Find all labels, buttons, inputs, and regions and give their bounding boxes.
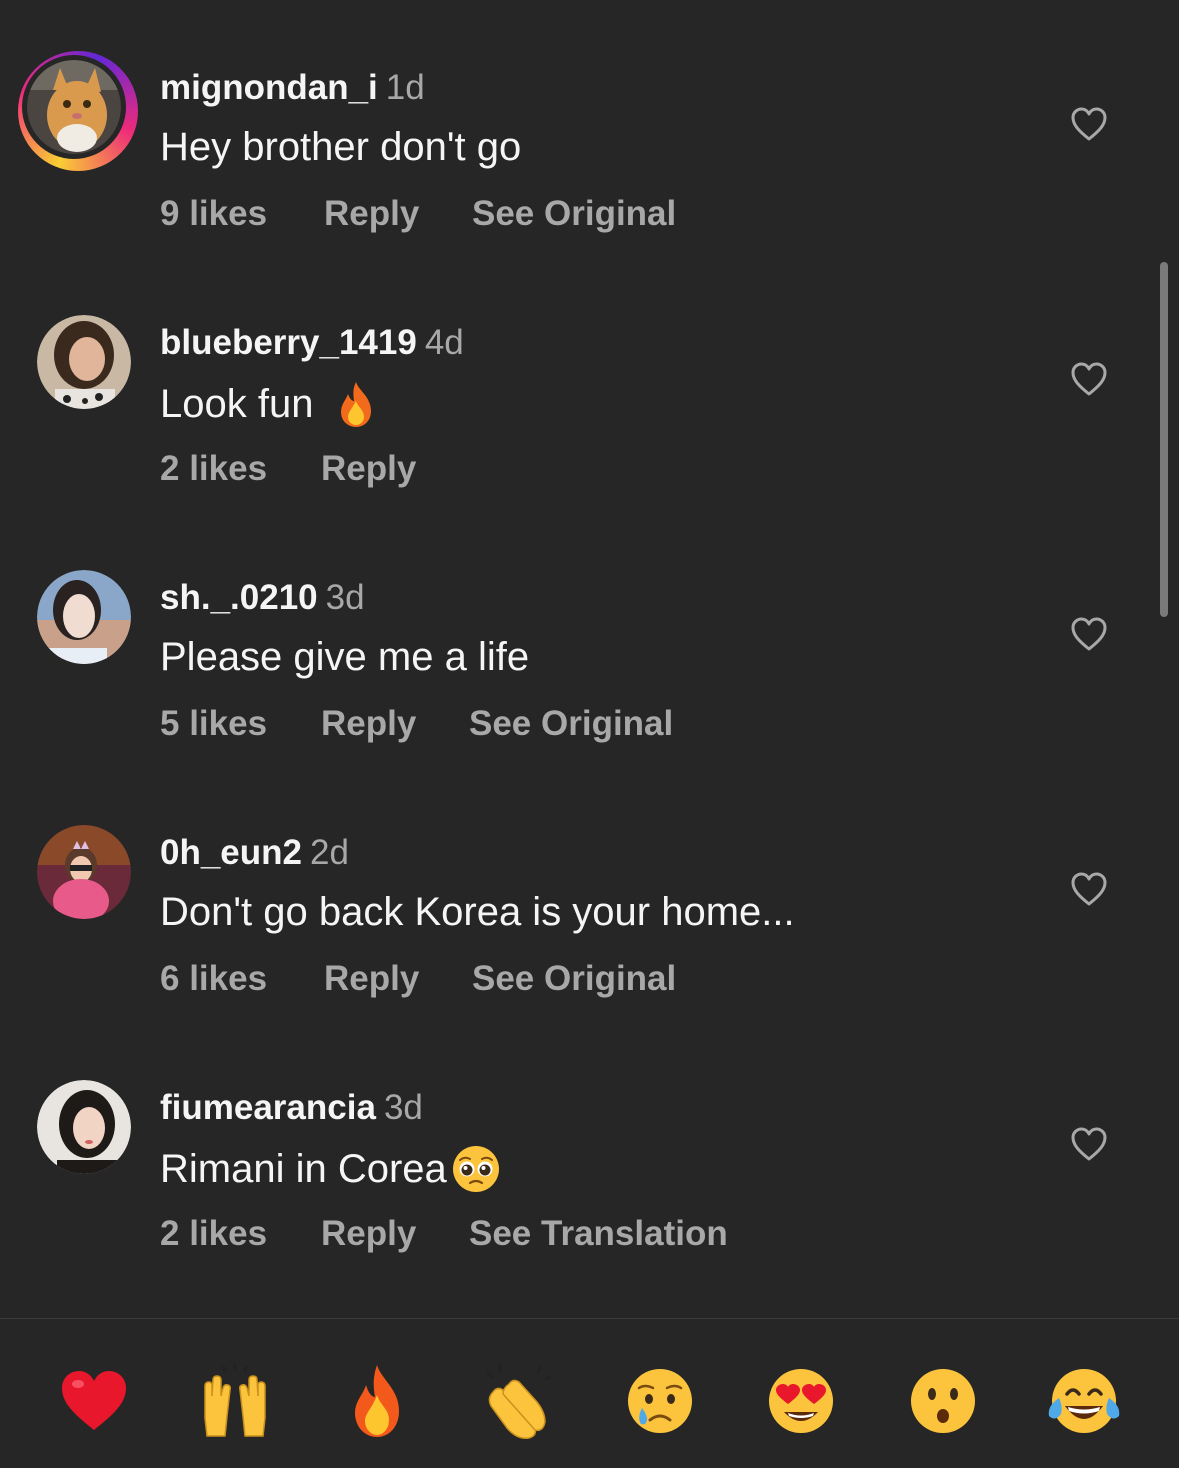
red-heart-icon [62,1371,126,1430]
comment-text: Rimani in Corea [160,1144,501,1194]
heart-eyes-icon [769,1369,833,1433]
heart-icon[interactable] [1070,871,1108,907]
crying-face-icon [628,1369,692,1433]
likes-count[interactable]: 5 likes [160,704,321,744]
scrollbar[interactable] [1160,262,1168,617]
see-original-button[interactable]: See Original [469,704,673,744]
reply-button[interactable]: Reply [321,704,469,744]
comment-text-content: Hey brother don't go [160,125,522,169]
avatar-image-cat [27,60,121,154]
see-original-button[interactable]: See Original [472,194,676,234]
heart-icon[interactable] [1070,1126,1108,1162]
comment-item: mignondan_i 1d Hey brother don't go 9 lik… [0,51,1179,270]
comment-header: sh._.0210 3d [160,578,365,618]
comment-header: blueberry_1419 4d [160,323,464,363]
comment-username[interactable]: sh._.0210 [160,578,318,617]
comment-text: Look fun [160,379,381,429]
reply-button[interactable]: Reply [324,959,472,999]
comment-username[interactable]: 0h_eun2 [160,833,302,872]
comment-header: mignondan_i 1d [160,68,425,108]
avatar-image [37,570,131,664]
comment-text-content: Look fun [160,382,314,426]
comment-text-content: Please give me a life [160,635,530,679]
comment-item: fiumearancia 3d Rimani in Corea 2 likes R… [0,1080,1179,1290]
reply-button[interactable]: Reply [321,449,469,489]
avatar-image [37,1080,131,1174]
comments-screen: mignondan_i 1d Hey brother don't go 9 lik… [0,0,1179,1468]
comment-item: blueberry_1419 4d Look fun 2 likes Reply [0,315,1179,525]
fire-icon [355,1365,399,1437]
comment-username[interactable]: mignondan_i [160,68,378,107]
tears-of-joy-reaction-button[interactable] [1044,1361,1124,1441]
surprised-face-icon [911,1369,975,1433]
comment-username[interactable]: fiumearancia [160,1088,376,1127]
heart-icon[interactable] [1070,106,1108,142]
see-translation-button[interactable]: See Translation [469,1214,728,1254]
avatar-image [37,315,131,409]
comment-actions: 6 likes Reply See Original [160,959,676,999]
raising-hands-icon [204,1364,266,1437]
tears-of-joy-icon [1048,1369,1120,1433]
comment-text-content: Don't go back Korea is your home... [160,890,795,934]
likes-count[interactable]: 9 likes [160,194,324,234]
story-ring[interactable] [18,51,138,171]
comment-actions: 5 likes Reply See Original [160,704,673,744]
comment-item: 0h_eun2 2d Don't go back Korea is your ho… [0,825,1179,1035]
comment-username[interactable]: blueberry_1419 [160,323,417,362]
likes-count[interactable]: 6 likes [160,959,324,999]
comment-header: fiumearancia 3d [160,1088,423,1128]
avatar-image [37,825,131,919]
comment-text: Hey brother don't go [160,124,521,170]
clapping-hands-icon [485,1363,552,1440]
comment-time: 3d [325,578,365,617]
avatar[interactable] [37,825,131,919]
avatar[interactable] [37,1080,131,1174]
reply-button[interactable]: Reply [321,1214,469,1254]
likes-count[interactable]: 2 likes [160,1214,321,1254]
comment-time: 2d [310,833,349,872]
heart-eyes-reaction-button[interactable] [761,1361,841,1441]
comment-text: Don't go back Korea is your home... [160,889,795,935]
comment-text: Please give me a life [160,634,529,680]
likes-count[interactable]: 2 likes [160,449,321,489]
comment-actions: 2 likes Reply See Translation [160,1214,728,1254]
comment-item: sh._.0210 3d Please give me a life 5 like… [0,570,1179,780]
surprised-face-reaction-button[interactable] [903,1361,983,1441]
heart-icon[interactable] [1070,361,1108,397]
avatar[interactable] [18,51,138,171]
fire-reaction-button[interactable] [337,1361,417,1441]
avatar[interactable] [37,315,131,409]
fire-emoji-icon [341,382,372,427]
reply-button[interactable]: Reply [324,194,472,234]
clapping-hands-reaction-button[interactable] [478,1361,558,1441]
red-heart-reaction-button[interactable] [54,1361,134,1441]
comment-text-content: Rimani in Corea [160,1147,447,1191]
pleading-face-emoji-icon [452,1146,499,1192]
see-original-button[interactable]: See Original [472,959,676,999]
quick-reaction-bar [0,1319,1179,1468]
raising-hands-reaction-button[interactable] [195,1361,275,1441]
comment-actions: 9 likes Reply See Original [160,194,676,234]
comment-time: 3d [383,1088,423,1127]
comment-header: 0h_eun2 2d [160,833,349,873]
heart-icon[interactable] [1070,616,1108,652]
comment-actions: 2 likes Reply [160,449,469,489]
comment-time: 4d [424,323,464,362]
comment-time: 1d [385,68,425,107]
avatar[interactable] [37,570,131,664]
crying-face-reaction-button[interactable] [620,1361,700,1441]
